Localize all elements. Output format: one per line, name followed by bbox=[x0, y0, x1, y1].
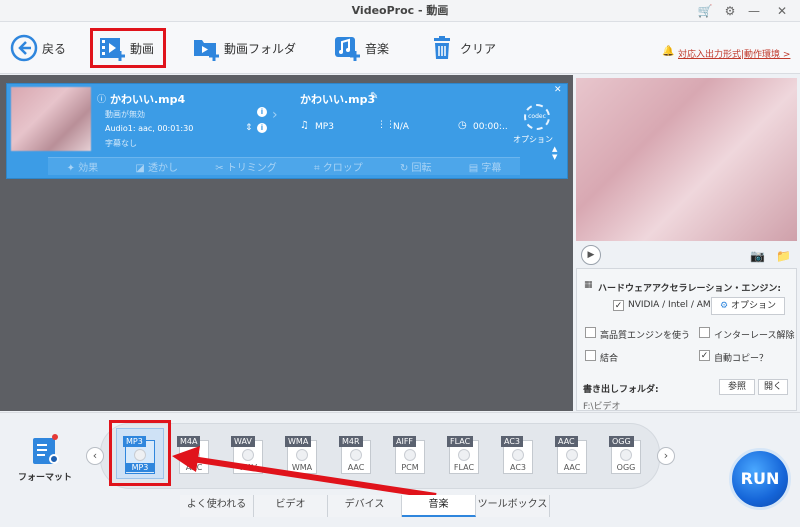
hw-accel-checkbox[interactable]: ✓ bbox=[613, 300, 624, 311]
browse-button[interactable]: 参照 bbox=[719, 379, 755, 395]
audio-select-arrows[interactable]: ⇕ bbox=[245, 123, 253, 133]
merge-checkbox[interactable] bbox=[585, 350, 596, 361]
back-arrow-icon bbox=[10, 34, 38, 62]
trash-icon bbox=[434, 36, 450, 59]
gear-small-icon: ⚙ bbox=[720, 301, 729, 311]
format-doc-icon[interactable] bbox=[33, 438, 59, 464]
crop-tool[interactable]: ⌗ クロップ bbox=[314, 159, 363, 174]
output-format: MP3 bbox=[315, 122, 334, 132]
source-filename: かわいい.mp4 bbox=[110, 93, 186, 106]
output-folder-label: 書き出しフォルダ: bbox=[583, 385, 659, 395]
audio-info[interactable]: Audio1: aac, 00:01:30 bbox=[105, 124, 193, 133]
format-m4a[interactable]: M4A AAC bbox=[173, 436, 213, 476]
format-wma[interactable]: WMA WMA bbox=[281, 436, 321, 476]
format-label: フォーマット bbox=[18, 473, 73, 483]
auto-copy-checkbox[interactable]: ✓ bbox=[699, 350, 710, 361]
arrow-right-icon: › bbox=[272, 107, 278, 123]
format-ogg[interactable]: OGG OGG bbox=[605, 436, 645, 476]
info-icon[interactable]: ⓘ bbox=[97, 92, 106, 105]
format-flac[interactable]: FLAC FLAC bbox=[443, 436, 483, 476]
add-music-button[interactable]: 音楽 bbox=[333, 31, 389, 65]
resolution-value: N/A bbox=[393, 122, 409, 132]
hw-option-button[interactable]: ⚙ オプション bbox=[711, 297, 785, 315]
deinterlace-label: インターレース解除 bbox=[714, 331, 795, 341]
scroll-arrows-icon[interactable]: ▲ ▼ bbox=[552, 145, 557, 161]
tab-music[interactable]: 音楽 bbox=[402, 495, 476, 517]
folder-add-icon bbox=[194, 40, 219, 61]
play-icon[interactable]: ▶ bbox=[581, 245, 601, 265]
run-button[interactable]: RUN bbox=[729, 448, 791, 510]
trim-tool[interactable]: ✂ トリミング bbox=[215, 159, 277, 174]
video-status: 動画が無効 bbox=[105, 110, 145, 119]
duration-value: 00:00:.. bbox=[473, 122, 508, 132]
carousel-prev-button[interactable]: ‹ bbox=[86, 447, 104, 465]
carousel-next-button[interactable]: › bbox=[657, 447, 675, 465]
format-aac[interactable]: AAC AAC bbox=[551, 436, 591, 476]
subtitle-status: 字幕なし bbox=[105, 139, 137, 148]
subtitle-tool[interactable]: ▤ 字幕 bbox=[469, 159, 502, 174]
codec-gear-icon[interactable]: codec bbox=[524, 104, 550, 130]
preview-window bbox=[576, 78, 797, 241]
tab-device[interactable]: デバイス bbox=[328, 495, 402, 517]
tab-popular[interactable]: よく使われる bbox=[180, 495, 254, 517]
output-filename: かわいい.mp3 bbox=[300, 93, 376, 106]
music-note-icon: ♫ bbox=[300, 120, 309, 131]
window-title: VideoProc - 動画 bbox=[351, 4, 449, 17]
tab-video[interactable]: ビデオ bbox=[254, 495, 328, 517]
clear-button[interactable]: クリア bbox=[428, 31, 496, 65]
format-ac3[interactable]: AC3 AC3 bbox=[497, 436, 537, 476]
auto-copy-label: 自動コピー？ bbox=[714, 354, 769, 364]
clock-icon: ◷ bbox=[458, 120, 467, 131]
minimize-icon[interactable]: — bbox=[746, 3, 762, 19]
format-mp3[interactable]: MP3 MP3 bbox=[119, 436, 159, 476]
info-small-icon-2[interactable]: i bbox=[257, 123, 267, 133]
gear-icon[interactable]: ⚙ bbox=[722, 3, 738, 19]
back-button[interactable]: 戻る bbox=[10, 31, 66, 65]
close-icon[interactable]: ✕ bbox=[774, 3, 790, 19]
video-folder-label: 動画フォルダ bbox=[224, 41, 297, 56]
merge-label: 結合 bbox=[600, 354, 619, 364]
music-add-icon bbox=[335, 37, 360, 61]
category-tabs: よく使われる ビデオ デバイス 音楽 ツールボックス bbox=[180, 495, 550, 517]
add-video-folder-button[interactable]: 動画フォルダ bbox=[192, 31, 296, 65]
card-close-icon[interactable]: ✕ bbox=[554, 85, 562, 95]
bell-icon: 🔔 bbox=[662, 46, 675, 57]
chip-icon: ▦ bbox=[584, 280, 593, 290]
video-button-highlight bbox=[90, 28, 166, 68]
notification-dot bbox=[52, 434, 58, 440]
format-m4r[interactable]: M4R AAC bbox=[335, 436, 375, 476]
info-small-icon[interactable]: i bbox=[257, 107, 267, 117]
folder-icon[interactable]: 📁 bbox=[776, 249, 791, 263]
watermark-tool[interactable]: ◪ 透かし bbox=[135, 159, 178, 174]
output-path: F:\ビデオ bbox=[583, 402, 621, 412]
video-thumbnail bbox=[11, 87, 91, 151]
edit-pencil-icon[interactable]: ✎ bbox=[370, 91, 378, 102]
hw-accel-option: NVIDIA / Intel / AMD bbox=[628, 300, 718, 310]
rotate-tool[interactable]: ↻ 回転 bbox=[400, 159, 432, 174]
format-aiff[interactable]: AIFF PCM bbox=[389, 436, 429, 476]
high-quality-checkbox[interactable] bbox=[585, 327, 596, 338]
deinterlace-checkbox[interactable] bbox=[699, 327, 710, 338]
hw-accel-title: ハードウェアアクセラレーション・エンジン: bbox=[598, 284, 781, 294]
tab-toolbox[interactable]: ツールボックス bbox=[476, 495, 550, 517]
camera-icon[interactable]: 📷 bbox=[750, 249, 765, 263]
high-quality-label: 高品質エンジンを使う bbox=[600, 331, 691, 341]
card-edit-toolbar: ✦ 効果 ◪ 透かし ✂ トリミング ⌗ クロップ ↻ 回転 ▤ 字幕 bbox=[48, 157, 520, 175]
notice-link[interactable]: 対応入出力形式|動作環境 > bbox=[678, 47, 790, 60]
format-wav[interactable]: WAV WAV bbox=[227, 436, 267, 476]
music-label: 音楽 bbox=[365, 41, 390, 56]
effect-tool[interactable]: ✦ 効果 bbox=[67, 159, 99, 174]
cart-icon[interactable]: 🛒 bbox=[697, 3, 713, 19]
clear-label: クリア bbox=[460, 41, 497, 56]
back-label: 戻る bbox=[42, 41, 67, 56]
codec-option-label[interactable]: オプション bbox=[513, 134, 553, 145]
open-button[interactable]: 開く bbox=[758, 379, 788, 395]
